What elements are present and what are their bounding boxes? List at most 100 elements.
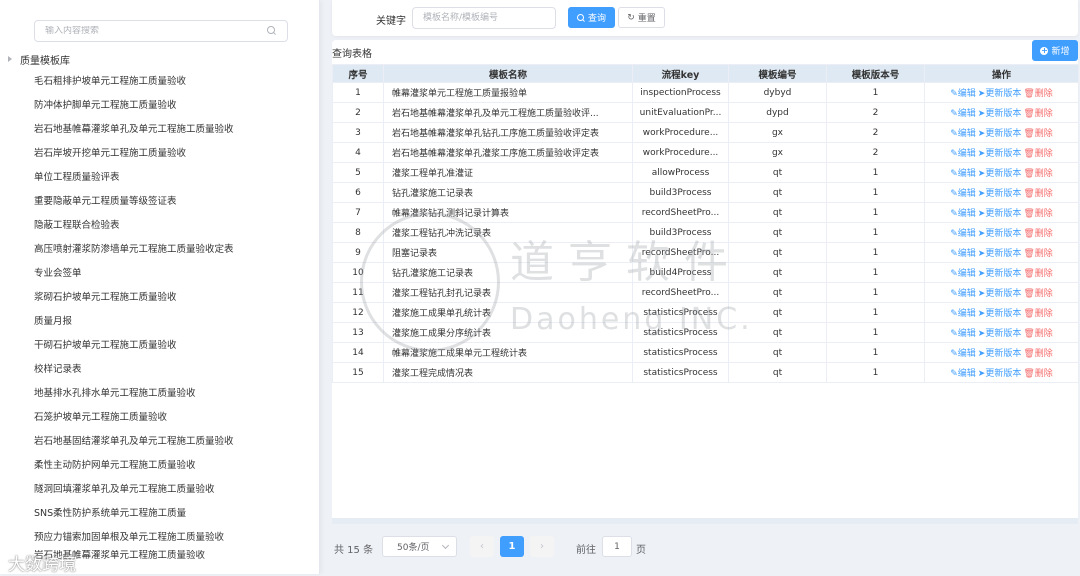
tree-item[interactable]: 岩石地基固结灌浆单孔及单元工程施工质量验收 <box>0 430 319 454</box>
tree-item[interactable]: 岩石地基帷幕灌浆单元工程施工质量验收 <box>0 550 319 562</box>
update-version-link[interactable]: ➤更新版本 <box>978 169 1022 179</box>
edit-link[interactable]: ✎编辑 <box>950 349 976 359</box>
edit-link[interactable]: ✎编辑 <box>950 189 976 199</box>
edit-link-label: 编辑 <box>957 209 976 219</box>
tree-item[interactable]: 重要隐蔽单元工程质量等级签证表 <box>0 190 319 214</box>
delete-link[interactable]: 🗑删除 <box>1023 189 1052 199</box>
template-version: 2 <box>826 102 925 123</box>
tree-item[interactable]: SNS柔性防护系统单元工程施工质量 <box>0 502 319 526</box>
tree-search-input[interactable] <box>45 26 267 36</box>
edit-link[interactable]: ✎编辑 <box>950 329 976 339</box>
update-version-link[interactable]: ➤更新版本 <box>978 309 1022 319</box>
edit-link[interactable]: ✎编辑 <box>950 289 976 299</box>
delete-link[interactable]: 🗑删除 <box>1023 309 1052 319</box>
tree-item[interactable]: 单位工程质量验评表 <box>0 166 319 190</box>
reset-button[interactable]: ↻ 重置 <box>618 7 665 28</box>
update-version-link[interactable]: ➤更新版本 <box>978 109 1022 119</box>
tree-item[interactable]: 质量月报 <box>0 310 319 334</box>
table-row: 2 岩石地基帷幕灌浆单孔及单元工程施工质量验收评... unitEvaluation… <box>332 102 1079 123</box>
template-name: 阻塞记录表 <box>383 242 633 263</box>
delete-link[interactable]: 🗑删除 <box>1023 169 1052 179</box>
query-button[interactable]: 查询 <box>568 7 615 28</box>
page-size-select[interactable]: 50条/页 <box>382 536 457 557</box>
tree-item[interactable]: 柔性主动防护网单元工程施工质量验收 <box>0 454 319 478</box>
update-version-link[interactable]: ➤更新版本 <box>978 229 1022 239</box>
edit-link[interactable]: ✎编辑 <box>950 149 976 159</box>
delete-link[interactable]: 🗑删除 <box>1023 349 1052 359</box>
edit-link[interactable]: ✎编辑 <box>950 369 976 379</box>
edit-link[interactable]: ✎编辑 <box>950 269 976 279</box>
update-version-link[interactable]: ➤更新版本 <box>978 129 1022 139</box>
delete-link[interactable]: 🗑删除 <box>1023 329 1052 339</box>
keyword-input[interactable] <box>412 7 556 29</box>
update-version-link[interactable]: ➤更新版本 <box>978 89 1022 99</box>
delete-link[interactable]: 🗑删除 <box>1023 249 1052 259</box>
template-version: 2 <box>826 142 925 163</box>
delete-link[interactable]: 🗑删除 <box>1023 149 1052 159</box>
update-version-link[interactable]: ➤更新版本 <box>978 289 1022 299</box>
delete-link[interactable]: 🗑删除 <box>1023 89 1052 99</box>
tree-item[interactable]: 浆砌石护坡单元工程施工质量验收 <box>0 286 319 310</box>
update-version-link[interactable]: ➤更新版本 <box>978 209 1022 219</box>
tree-item[interactable]: 预应力锚索加固单根及单元工程施工质量验收 <box>0 526 319 550</box>
update-version-link-label: 更新版本 <box>985 109 1022 119</box>
tree-search-box[interactable] <box>34 20 288 42</box>
delete-link[interactable]: 🗑删除 <box>1023 289 1052 299</box>
tree-item[interactable]: 干砌石护坡单元工程施工质量验收 <box>0 334 319 358</box>
edit-link[interactable]: ✎编辑 <box>950 209 976 219</box>
update-version-link[interactable]: ➤更新版本 <box>978 149 1022 159</box>
delete-link[interactable]: 🗑删除 <box>1023 269 1052 279</box>
delete-link[interactable]: 🗑删除 <box>1023 129 1052 139</box>
tree-item[interactable]: 岩石岸坡开挖单元工程施工质量验收 <box>0 142 319 166</box>
edit-link[interactable]: ✎编辑 <box>950 309 976 319</box>
edit-link[interactable]: ✎编辑 <box>950 249 976 259</box>
update-version-link[interactable]: ➤更新版本 <box>978 249 1022 259</box>
row-index: 2 <box>332 102 384 123</box>
search-icon[interactable] <box>267 26 277 36</box>
tree-item[interactable]: 专业会签单 <box>0 262 319 286</box>
goto-page-input[interactable] <box>602 536 632 557</box>
chevron-down-icon <box>441 541 450 550</box>
tree-item[interactable]: 防冲体护脚单元工程施工质量验收 <box>0 94 319 118</box>
table-scrollbar[interactable] <box>332 518 1078 524</box>
delete-link[interactable]: 🗑删除 <box>1023 369 1052 379</box>
update-version-link[interactable]: ➤更新版本 <box>978 269 1022 279</box>
delete-link[interactable]: 🗑删除 <box>1023 109 1052 119</box>
next-page-button[interactable]: › <box>530 536 554 557</box>
row-actions: ✎编辑 ➤更新版本 🗑删除 <box>924 162 1079 183</box>
trash-icon: 🗑 <box>1023 149 1035 159</box>
tree-item[interactable]: 隧洞回填灌浆单孔及单元工程施工质量验收 <box>0 478 319 502</box>
edit-link[interactable]: ✎编辑 <box>950 169 976 179</box>
edit-link[interactable]: ✎编辑 <box>950 89 976 99</box>
tree-item[interactable]: 校样记录表 <box>0 358 319 382</box>
add-button[interactable]: + 新增 <box>1032 40 1078 61</box>
caret-right-icon[interactable] <box>8 56 12 62</box>
delete-link[interactable]: 🗑删除 <box>1023 229 1052 239</box>
update-version-link[interactable]: ➤更新版本 <box>978 189 1022 199</box>
update-version-link[interactable]: ➤更新版本 <box>978 349 1022 359</box>
edit-link-label: 编辑 <box>957 229 976 239</box>
process-key: statisticsProcess <box>632 322 729 343</box>
page-number-button[interactable]: 1 <box>500 536 524 557</box>
edit-link[interactable]: ✎编辑 <box>950 129 976 139</box>
edit-icon: ✎ <box>950 189 958 199</box>
tree-item[interactable]: 岩石地基帷幕灌浆单孔及单元工程施工质量验收 <box>0 118 319 142</box>
trash-icon: 🗑 <box>1023 129 1035 139</box>
update-version-link[interactable]: ➤更新版本 <box>978 329 1022 339</box>
tree-root-node[interactable]: 质量模板库 <box>8 51 70 67</box>
template-name: 灌浆工程完成情况表 <box>383 362 633 383</box>
template-code: qt <box>728 302 827 323</box>
edit-link[interactable]: ✎编辑 <box>950 109 976 119</box>
prev-page-button[interactable]: ‹ <box>470 536 494 557</box>
add-button-label: 新增 <box>1051 47 1070 57</box>
tree-item[interactable]: 毛石粗排护坡单元工程施工质量验收 <box>0 70 319 94</box>
edit-link[interactable]: ✎编辑 <box>950 229 976 239</box>
tree-item[interactable]: 石笼护坡单元工程施工质量验收 <box>0 406 319 430</box>
update-version-link[interactable]: ➤更新版本 <box>978 369 1022 379</box>
template-version: 1 <box>826 362 925 383</box>
tree-item[interactable]: 隐蔽工程联合检验表 <box>0 214 319 238</box>
tree-item[interactable]: 地基排水孔排水单元工程施工质量验收 <box>0 382 319 406</box>
delete-link[interactable]: 🗑删除 <box>1023 209 1052 219</box>
tree-item[interactable]: 高压喷射灌浆防渗墙单元工程施工质量验收定表 <box>0 238 319 262</box>
update-version-link-label: 更新版本 <box>985 289 1022 299</box>
